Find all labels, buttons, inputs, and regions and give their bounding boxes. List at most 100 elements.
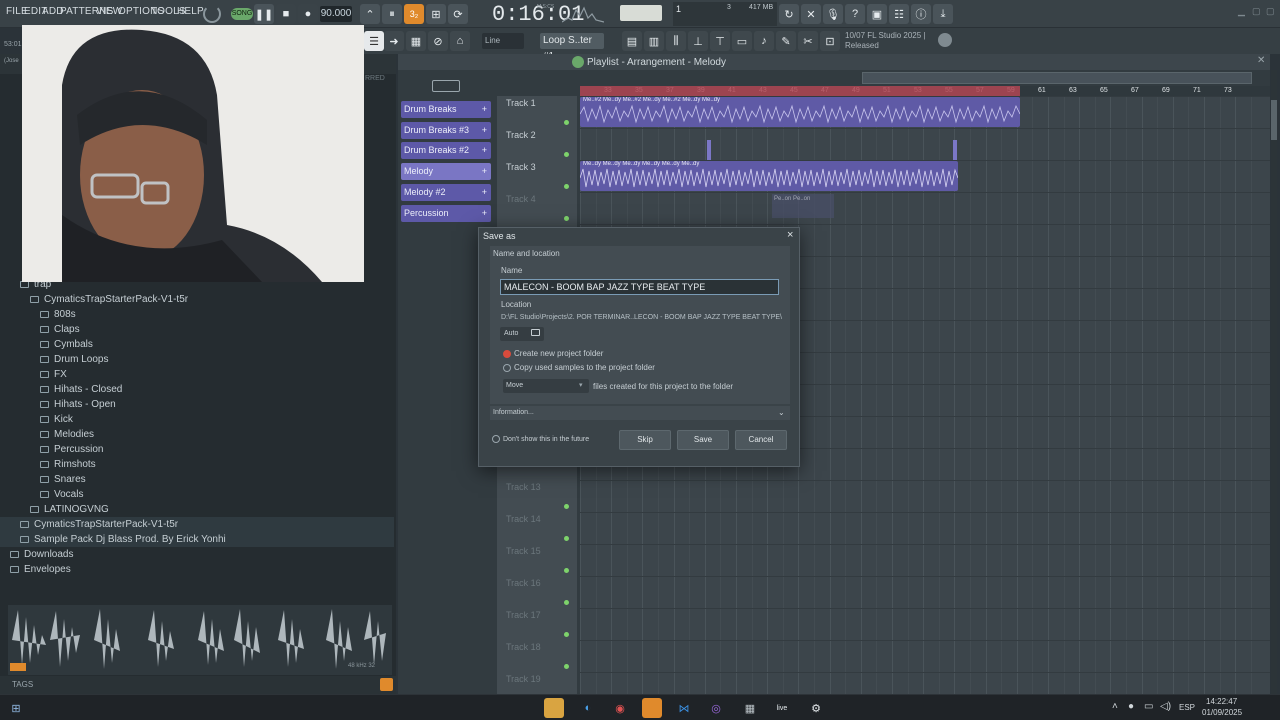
track-label[interactable]: Track 4 bbox=[506, 194, 576, 204]
network-icon[interactable]: ▭ bbox=[1144, 701, 1153, 712]
tree-item[interactable]: Melodies bbox=[0, 427, 394, 442]
search-icon[interactable] bbox=[380, 678, 393, 691]
plugin-button[interactable]: ⊥ bbox=[688, 31, 708, 51]
track-label[interactable]: Track 18 bbox=[506, 642, 576, 652]
clip-track2-a[interactable] bbox=[707, 140, 711, 160]
pattern-plus-icon[interactable]: + bbox=[482, 142, 487, 159]
track-mute-led[interactable] bbox=[564, 664, 569, 669]
location-mode-button[interactable]: Auto bbox=[500, 327, 544, 341]
project-name-input[interactable] bbox=[500, 279, 779, 295]
tree-item[interactable]: Envelopes bbox=[0, 562, 394, 577]
mixer-button[interactable]: ☷ bbox=[889, 4, 909, 24]
information-expander[interactable]: Information... ⌄ bbox=[490, 406, 790, 420]
pattern-plus-icon[interactable]: + bbox=[482, 122, 487, 139]
info-button[interactable]: ⓘ bbox=[911, 4, 931, 24]
track-mute-led[interactable] bbox=[564, 216, 569, 221]
track-mute-led[interactable] bbox=[564, 536, 569, 541]
track-label[interactable]: Track 1 bbox=[506, 98, 576, 108]
track-label[interactable]: Track 16 bbox=[506, 578, 576, 588]
tree-item[interactable]: 808s bbox=[0, 307, 394, 322]
track-mute-led[interactable] bbox=[564, 600, 569, 605]
clipboard-button[interactable]: ▭ bbox=[732, 31, 752, 51]
tree-item[interactable]: Snares bbox=[0, 472, 394, 487]
menu-help[interactable]: HELP bbox=[177, 6, 204, 17]
scroll-thumb[interactable] bbox=[1271, 100, 1277, 140]
playlist-scrollbar[interactable] bbox=[1271, 70, 1277, 694]
dialog-close-button[interactable]: × bbox=[787, 229, 793, 241]
track-label[interactable]: Track 17 bbox=[506, 610, 576, 620]
track-mute-led[interactable] bbox=[564, 152, 569, 157]
tree-item[interactable]: Percussion bbox=[0, 442, 394, 457]
playlist-button[interactable]: ▤ bbox=[622, 31, 642, 51]
pattern-item[interactable]: Melody #2 + bbox=[401, 183, 491, 201]
start-button[interactable]: ⊞ bbox=[6, 698, 26, 718]
browser-button[interactable]: ⊤ bbox=[710, 31, 730, 51]
record-button[interactable]: ● bbox=[298, 4, 318, 24]
chrome-taskbar-button[interactable]: ◉ bbox=[610, 698, 630, 718]
news-panel[interactable]: 10/07 FL Studio 2025 | Released bbox=[845, 31, 926, 51]
clip-track1[interactable]: Me..#2 Me..dy Me..#2 Me..dy Me..#2 Me..d… bbox=[580, 97, 1020, 127]
pattern-plus-icon[interactable]: + bbox=[482, 163, 487, 180]
tempo-display[interactable]: 90.000 bbox=[320, 6, 352, 22]
pattern-plus-icon[interactable]: + bbox=[482, 205, 487, 222]
mixer-view-button[interactable]: ⫼ bbox=[666, 31, 686, 51]
song-mode-toggle[interactable]: SONG bbox=[231, 8, 253, 20]
clip-track4[interactable]: Pe..on Pe..on bbox=[772, 194, 834, 218]
track-mute-led[interactable] bbox=[564, 504, 569, 509]
browser-taskbar-button[interactable]: ◐ bbox=[578, 698, 598, 718]
file-explorer-button[interactable] bbox=[544, 698, 564, 718]
blend-notes-button[interactable]: ⊞ bbox=[426, 4, 446, 24]
export-button[interactable]: ⤓ bbox=[933, 4, 953, 24]
tree-item[interactable]: Kick bbox=[0, 412, 394, 427]
help-button[interactable]: ? bbox=[845, 4, 865, 24]
clip-track3[interactable]: Me..dy Me..dy Me..dy Me..dy Me..dy Me..d… bbox=[580, 161, 958, 191]
stop-button[interactable]: ■ bbox=[276, 4, 296, 24]
tray-chevron-icon[interactable]: ˄ bbox=[1112, 701, 1118, 712]
pattern-item[interactable]: Drum Breaks #2 + bbox=[401, 142, 491, 160]
pattern-item[interactable]: Drum Breaks #3 + bbox=[401, 121, 491, 139]
pattern-plus-icon[interactable]: + bbox=[482, 184, 487, 201]
volume-icon[interactable]: ◁) bbox=[1160, 701, 1171, 712]
stamp-button[interactable]: ⌂ bbox=[450, 31, 470, 51]
playlist-close-button[interactable]: ✕ bbox=[1257, 55, 1265, 66]
live-taskbar-button[interactable]: live bbox=[772, 698, 792, 718]
track-label[interactable]: Track 13 bbox=[506, 482, 576, 492]
tree-item[interactable]: Drum Loops bbox=[0, 352, 394, 367]
mic-button[interactable]: 🎙 bbox=[823, 4, 843, 24]
cart-button[interactable]: ⊡ bbox=[820, 31, 840, 51]
scissors-button[interactable]: ✂ bbox=[798, 31, 818, 51]
tree-item[interactable]: Rimshots bbox=[0, 457, 394, 472]
save-toolbar-button[interactable]: ▣ bbox=[867, 4, 887, 24]
pattern-selector[interactable]: Loop S..ter #1 bbox=[540, 33, 604, 62]
dont-show-option[interactable]: Don't show this in the future bbox=[492, 435, 589, 443]
track-label[interactable]: Track 19 bbox=[506, 674, 576, 684]
pattern-plus-icon[interactable]: + bbox=[482, 101, 487, 118]
tree-item[interactable]: CymaticsTrapStarterPack-V1-t5r bbox=[0, 292, 394, 307]
close-app-button[interactable]: ▢ bbox=[1266, 6, 1275, 17]
clock-time[interactable]: 14:22:47 bbox=[1206, 697, 1237, 706]
track-mute-led[interactable] bbox=[564, 632, 569, 637]
tree-item[interactable]: LATINOGVNG bbox=[0, 502, 394, 517]
clip-track2-b[interactable] bbox=[953, 140, 957, 160]
master-volume-meter[interactable] bbox=[620, 5, 662, 21]
tree-item[interactable]: Claps bbox=[0, 322, 394, 337]
horizontal-scroll-thumb[interactable] bbox=[862, 72, 1252, 84]
tree-item[interactable]: Hihats - Closed bbox=[0, 382, 394, 397]
brush-button[interactable]: ✎ bbox=[776, 31, 796, 51]
track-label[interactable]: Track 3 bbox=[506, 162, 576, 172]
link-button[interactable]: ⊘ bbox=[428, 31, 448, 51]
settings-taskbar-button[interactable]: ⚙ bbox=[806, 698, 826, 718]
tree-item[interactable]: Vocals bbox=[0, 487, 394, 502]
minimize-button[interactable]: ▁ bbox=[1238, 6, 1245, 17]
fl-studio-taskbar-button[interactable] bbox=[642, 698, 662, 718]
wait-button[interactable]: ⏸ bbox=[382, 4, 402, 24]
tree-item[interactable]: Sample Pack Dj Blass Prod. By Erick Yonh… bbox=[0, 532, 394, 547]
save-button[interactable]: Save bbox=[677, 430, 729, 450]
track-mute-led[interactable] bbox=[564, 568, 569, 573]
tools-button[interactable]: ✕ bbox=[801, 4, 821, 24]
track-mute-led[interactable] bbox=[564, 120, 569, 125]
channel-rack-button[interactable]: ▥ bbox=[644, 31, 664, 51]
obs-taskbar-button[interactable]: ◎ bbox=[706, 698, 726, 718]
pattern-item[interactable]: Percussion + bbox=[401, 204, 491, 222]
tree-item[interactable]: Cymbals bbox=[0, 337, 394, 352]
